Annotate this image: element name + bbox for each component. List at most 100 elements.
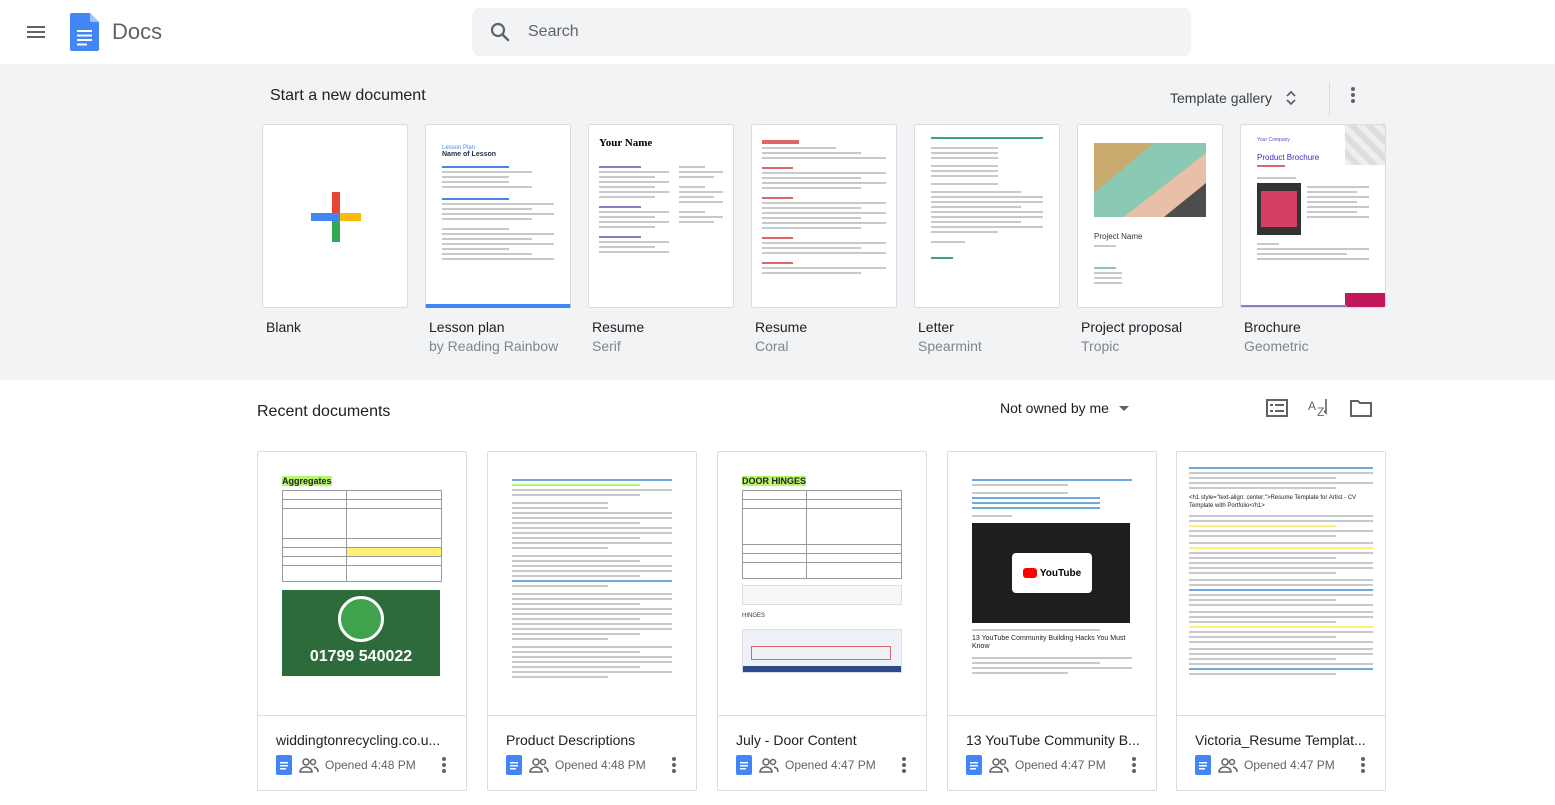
docs-file-icon	[506, 755, 522, 775]
document-meta: Opened 4:47 PM	[736, 754, 876, 776]
geometric-art-image	[1094, 143, 1206, 217]
docs-logo-icon[interactable]	[70, 13, 99, 51]
template-subtitle: Serif	[592, 338, 621, 354]
sort-az-icon: A Z	[1308, 399, 1327, 419]
template-gallery-label: Template gallery	[1170, 90, 1272, 106]
file-picker-button[interactable]	[1346, 394, 1376, 422]
hamburger-menu-icon	[27, 26, 45, 38]
template-subtitle: Geometric	[1244, 338, 1309, 354]
template-brochure-geometric[interactable]: Your Company Product Brochure Brochure G…	[1240, 124, 1386, 354]
template-section-heading: Start a new document	[270, 87, 426, 104]
document-more-options-button[interactable]	[1351, 752, 1375, 778]
template-thumbnail[interactable]	[751, 124, 897, 308]
template-subtitle: Coral	[755, 338, 789, 354]
thumb-text: Project Name	[1094, 232, 1143, 241]
list-view-button[interactable]	[1262, 394, 1292, 422]
shared-people-icon	[1218, 758, 1238, 773]
dropdown-arrow-icon	[1118, 405, 1129, 411]
template-name: Resume	[592, 319, 645, 335]
template-resume-serif[interactable]: Your Name Resume Serif	[588, 124, 734, 354]
template-thumbnail[interactable]: Your Company Product Brochure	[1240, 124, 1386, 308]
recent-document-card[interactable]: Aggregates 01799 540022 widdingtonrecycl…	[257, 451, 467, 791]
main-menu-button[interactable]	[14, 10, 58, 54]
opened-time: Opened 4:47 PM	[785, 758, 876, 772]
template-subtitle: Spearmint	[918, 338, 982, 354]
thumb-text: Name of Lesson	[442, 151, 497, 158]
document-title: 13 YouTube Community B...	[966, 732, 1140, 748]
document-title: Victoria_Resume Templat...	[1195, 732, 1366, 748]
thumb-text: HINGES	[742, 613, 766, 619]
template-section: Start a new document Template gallery Bl…	[0, 64, 1555, 380]
sort-button[interactable]: A Z	[1304, 394, 1334, 422]
app-name[interactable]: Docs	[112, 19, 162, 45]
document-thumbnail: <h1 style="text-align: center;">Resume T…	[1177, 452, 1385, 716]
opened-time: Opened 4:48 PM	[555, 758, 646, 772]
owner-filter-dropdown[interactable]: Not owned by me	[992, 393, 1137, 423]
unfold-more-icon	[1286, 90, 1296, 106]
template-lesson-plan[interactable]: Lesson Plan Name of Lesson Lesson plan b…	[425, 124, 571, 354]
svg-text:A: A	[1308, 399, 1316, 413]
shared-people-icon	[529, 758, 549, 773]
svg-text:Z: Z	[1317, 405, 1324, 419]
template-name: Resume	[755, 319, 808, 335]
template-subtitle: Tropic	[1081, 338, 1120, 354]
template-thumbnail[interactable]: Your Name	[588, 124, 734, 308]
more-vert-icon	[902, 757, 906, 773]
document-more-options-button[interactable]	[662, 752, 686, 778]
thumb-text: Aggregates	[282, 476, 332, 486]
document-title: Product Descriptions	[506, 732, 636, 748]
recent-document-card[interactable]: Product Descriptions Opened 4:48 PM	[487, 451, 697, 791]
opened-time: Opened 4:48 PM	[325, 758, 416, 772]
plus-icon	[311, 192, 361, 242]
thumb-text: Your Name	[599, 137, 653, 149]
more-vert-icon	[672, 757, 676, 773]
template-thumbnail[interactable]: Lesson Plan Name of Lesson	[425, 124, 571, 308]
template-resume-coral[interactable]: Resume Coral	[751, 124, 897, 354]
recent-document-card[interactable]: DOOR HINGES HINGES July - Door Content O…	[717, 451, 927, 791]
folder-icon	[1350, 400, 1372, 417]
more-vert-icon	[1361, 757, 1365, 773]
recent-document-card[interactable]: YouTube 13 YouTube Community Building Ha…	[947, 451, 1157, 791]
template-project-proposal[interactable]: Project Name Project proposal Tropic	[1077, 124, 1223, 354]
search-bar[interactable]	[472, 8, 1191, 56]
search-input[interactable]	[528, 8, 1168, 56]
template-thumbnail[interactable]: Project Name	[1077, 124, 1223, 308]
template-name: Blank	[266, 319, 302, 335]
document-thumbnail: YouTube 13 YouTube Community Building Ha…	[948, 452, 1156, 716]
divider	[1329, 82, 1330, 116]
recent-documents-heading: Recent documents	[257, 403, 391, 420]
template-name: Letter	[918, 319, 954, 335]
list-view-icon	[1266, 399, 1288, 417]
template-subtitle: by Reading Rainbow	[429, 338, 559, 354]
owner-filter-label: Not owned by me	[1000, 400, 1109, 416]
opened-time: Opened 4:47 PM	[1015, 758, 1106, 772]
document-title: July - Door Content	[736, 732, 857, 748]
shared-people-icon	[989, 758, 1009, 773]
document-more-options-button[interactable]	[892, 752, 916, 778]
document-thumbnail: DOOR HINGES HINGES	[718, 452, 926, 716]
template-blank[interactable]: Blank	[262, 124, 408, 335]
document-meta: Opened 4:48 PM	[506, 754, 646, 776]
shared-people-icon	[299, 758, 319, 773]
document-title: widdingtonrecycling.co.u...	[276, 732, 441, 748]
document-thumbnail	[488, 452, 696, 716]
document-thumbnail: Aggregates 01799 540022	[258, 452, 466, 716]
template-letter-spearmint[interactable]: Letter Spearmint	[914, 124, 1060, 354]
template-thumbnail[interactable]	[914, 124, 1060, 308]
document-meta: Opened 4:47 PM	[966, 754, 1106, 776]
template-gallery-button[interactable]: Template gallery	[1160, 80, 1308, 116]
template-more-options-button[interactable]	[1336, 78, 1370, 112]
recent-document-card[interactable]: <h1 style="text-align: center;">Resume T…	[1176, 451, 1386, 791]
shared-people-icon	[759, 758, 779, 773]
search-icon[interactable]	[488, 20, 512, 44]
template-name: Lesson plan	[429, 319, 505, 335]
document-more-options-button[interactable]	[1122, 752, 1146, 778]
template-name: Brochure	[1244, 319, 1301, 335]
document-meta: Opened 4:47 PM	[1195, 754, 1335, 776]
document-more-options-button[interactable]	[432, 752, 456, 778]
template-thumbnail[interactable]	[262, 124, 408, 308]
template-name: Project proposal	[1081, 319, 1183, 335]
more-vert-icon	[442, 757, 446, 773]
more-vert-icon	[1351, 87, 1355, 103]
opened-time: Opened 4:47 PM	[1244, 758, 1335, 772]
